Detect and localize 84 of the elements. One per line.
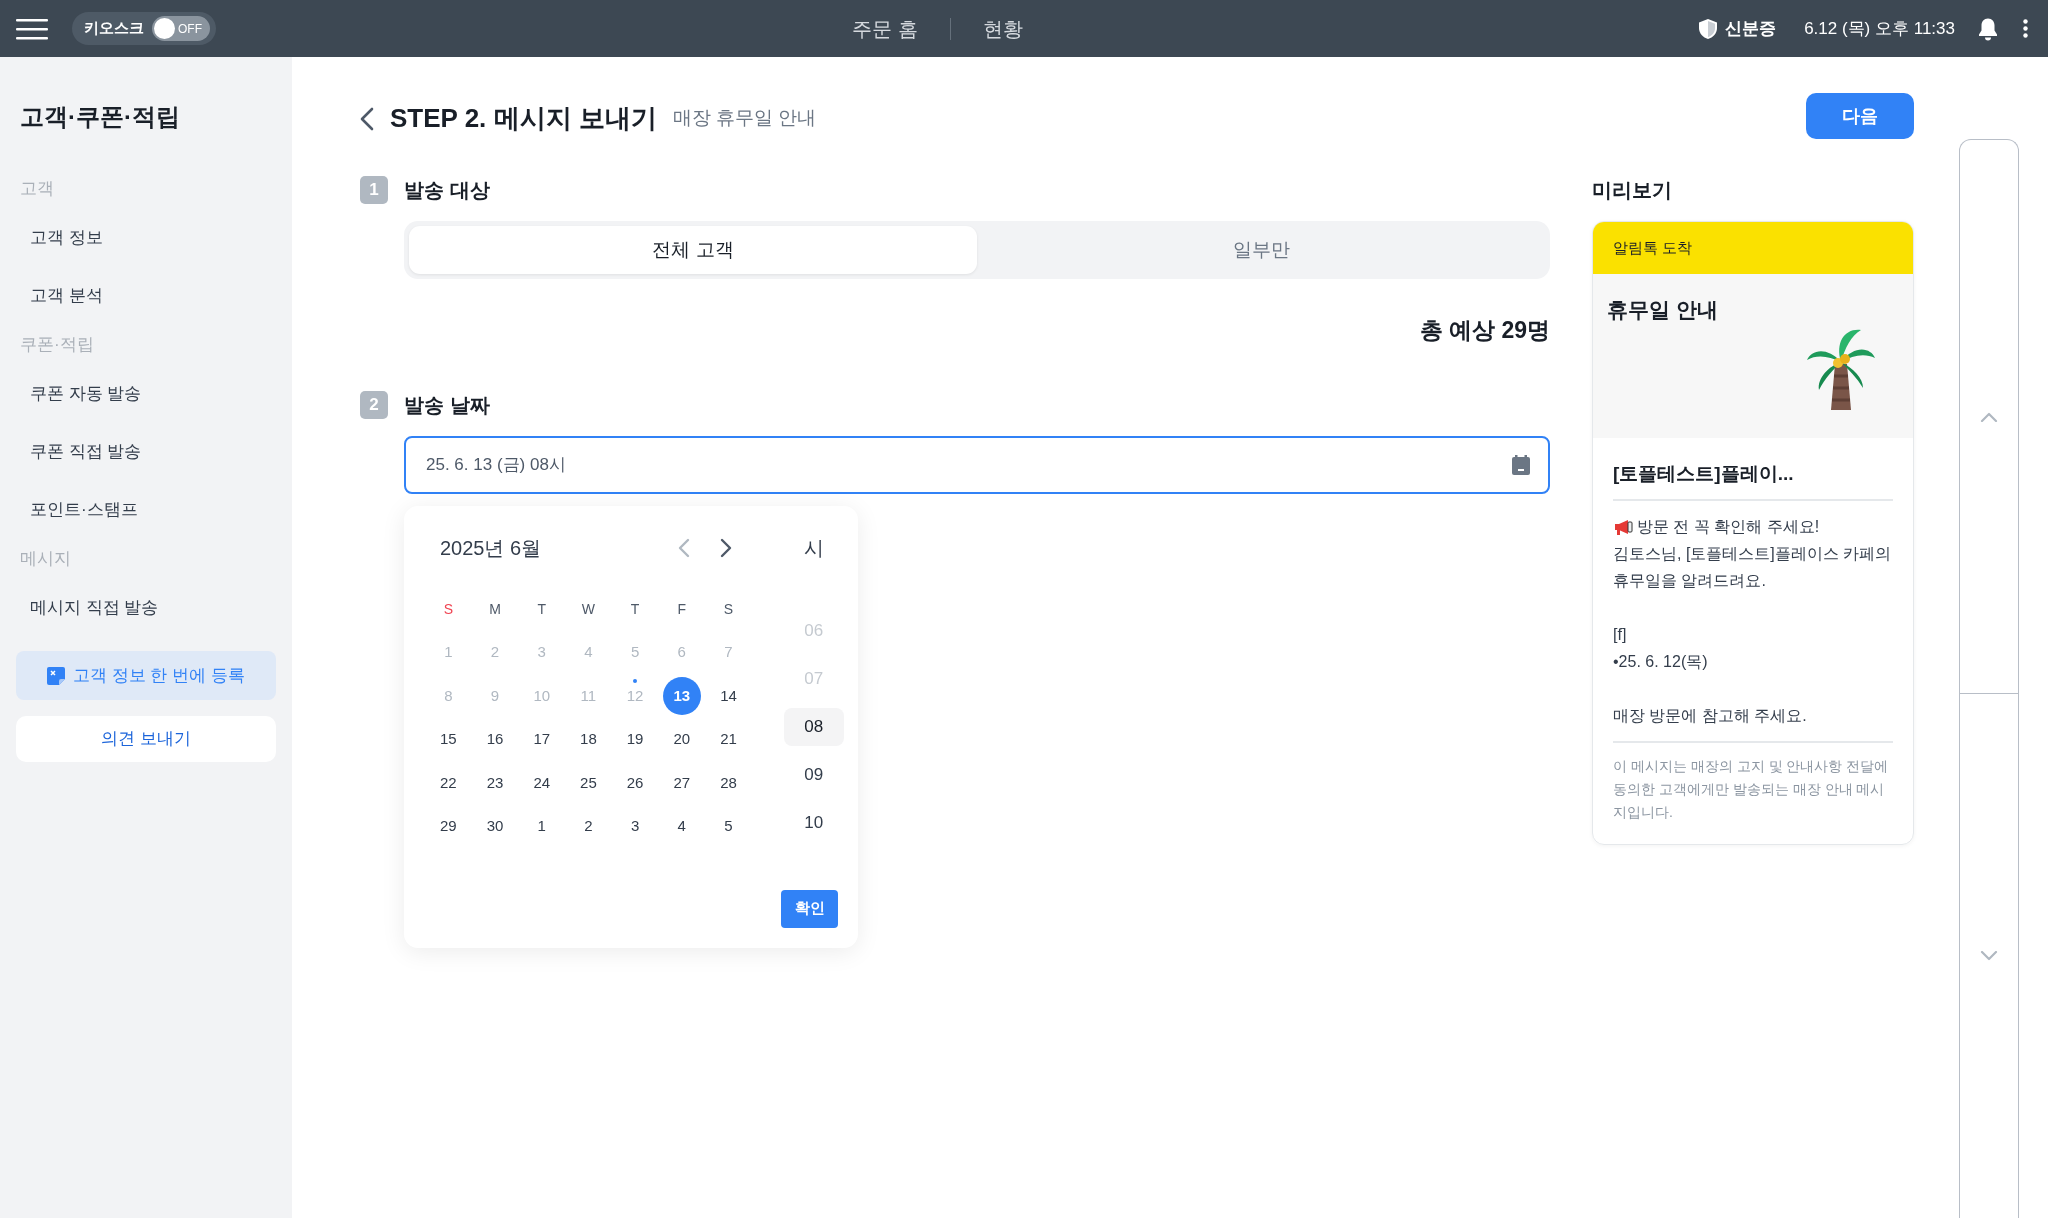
preview-title: 휴무일 안내 bbox=[1607, 297, 1719, 323]
next-month-icon[interactable] bbox=[719, 537, 732, 558]
weekday-label: S bbox=[442, 599, 454, 619]
sidebar-title: 고객·쿠폰·적립 bbox=[20, 105, 181, 129]
feedback-button[interactable]: 의견 보내기 bbox=[16, 716, 276, 762]
message-text: [f] bbox=[1613, 625, 1628, 645]
calendar-day[interactable]: 1 bbox=[518, 804, 566, 848]
calendar-day[interactable]: 18 bbox=[565, 717, 612, 761]
bell-icon[interactable] bbox=[1977, 16, 1999, 41]
notification-header: 알림톡 도착 bbox=[1593, 222, 1913, 274]
calendar-day[interactable]: 15 bbox=[425, 717, 472, 761]
next-button[interactable]: 다음 bbox=[1806, 93, 1914, 139]
calendar-day[interactable]: 14 bbox=[705, 674, 752, 718]
today-dot bbox=[633, 679, 638, 683]
calendar-day[interactable]: 22 bbox=[425, 761, 472, 805]
section-label: 발송 날짜 bbox=[404, 392, 490, 418]
sidebar-section-label: 고객 bbox=[20, 178, 55, 200]
weekday-label: M bbox=[488, 599, 502, 619]
hour-option[interactable]: 08 bbox=[783, 707, 844, 746]
sidebar-item[interactable]: 고객 분석 bbox=[16, 267, 103, 325]
month-title: 2025년 6월 bbox=[439, 535, 543, 561]
kiosk-label: 키오스크 bbox=[84, 18, 144, 39]
id-card-link[interactable]: 신분증 bbox=[1725, 15, 1777, 42]
sidebar-section-label: 메시지 bbox=[20, 548, 72, 570]
calendar-day[interactable]: 25 bbox=[565, 761, 612, 805]
preview-footnote: 이 메시지는 매장의 고지 및 안내사항 전달에 동의한 고객에게만 발송되는 매장 안내 메시지입니다. bbox=[1613, 741, 1893, 824]
calendar-day[interactable]: 16 bbox=[471, 717, 519, 761]
calendar-day[interactable]: 27 bbox=[658, 761, 706, 805]
shield-icon bbox=[1699, 18, 1718, 39]
calendar-day[interactable]: 28 bbox=[705, 761, 752, 805]
message-text: 김토스님, [토플테스트]플레이스 카페의 휴무일을 알려드려요. bbox=[1613, 544, 1893, 591]
back-icon[interactable] bbox=[360, 106, 374, 131]
calendar-day[interactable]: 23 bbox=[471, 761, 519, 805]
calendar-day[interactable]: 4 bbox=[658, 804, 706, 848]
hour-option[interactable]: 10 bbox=[783, 803, 844, 842]
chevron-down-icon bbox=[1980, 951, 1998, 961]
preview-label: 미리보기 bbox=[1592, 178, 1673, 203]
calendar-day[interactable]: 30 bbox=[471, 804, 519, 848]
calendar-day[interactable]: 21 bbox=[705, 717, 752, 761]
calendar-day[interactable]: 5 bbox=[705, 804, 752, 848]
hour-column-label: 시 bbox=[802, 535, 825, 561]
message-text: 방문 전 꼭 확인해 주세요! bbox=[1637, 517, 1820, 537]
segment-option[interactable]: 전체 고객 bbox=[409, 226, 977, 274]
calendar-day[interactable]: 29 bbox=[425, 804, 472, 848]
page-subtitle: 매장 휴무일 안내 bbox=[672, 106, 817, 131]
hour-option[interactable]: 09 bbox=[783, 755, 844, 794]
calendar-day[interactable]: 26 bbox=[611, 761, 659, 805]
chevron-up-icon bbox=[1980, 411, 1998, 422]
calendar-icon[interactable] bbox=[1512, 454, 1530, 475]
store-name: [토플테스트]플레이... bbox=[1613, 460, 1893, 501]
date-time: 6.12 (목) 오후 11:33 bbox=[1804, 17, 1955, 40]
step-number: 1 bbox=[360, 176, 388, 204]
message-text: 매장 방문에 참고해 주세요. bbox=[1613, 706, 1808, 726]
closed-date: •25. 6. 12(목) bbox=[1613, 652, 1709, 672]
calendar-day[interactable]: 3 bbox=[611, 804, 659, 848]
document-icon bbox=[47, 666, 66, 685]
segment-option[interactable]: 일부만 bbox=[977, 226, 1545, 274]
sidebar-item[interactable]: 메시지 직접 발송 bbox=[16, 579, 159, 637]
sidebar-item[interactable]: 고객 정보 bbox=[16, 209, 103, 267]
calendar-day[interactable]: 2 bbox=[565, 804, 612, 848]
megaphone-icon bbox=[1613, 518, 1633, 535]
weekday-label: T bbox=[536, 599, 547, 619]
calendar-day[interactable]: 24 bbox=[518, 761, 566, 805]
menu-icon[interactable] bbox=[16, 17, 48, 40]
total-recipients: 총 예상 29명 bbox=[1418, 316, 1550, 345]
weekday-label: T bbox=[629, 599, 641, 619]
page-title: STEP 2. 메시지 보내기 bbox=[390, 102, 657, 135]
date-field[interactable]: 25. 6. 13 (금) 08시 bbox=[404, 435, 1550, 494]
calendar-day[interactable]: 19 bbox=[611, 717, 659, 761]
more-icon[interactable] bbox=[2023, 19, 2028, 38]
weekday-label: F bbox=[676, 599, 688, 619]
sidebar-item[interactable]: 쿠폰 자동 발송 bbox=[16, 365, 142, 423]
calendar-day[interactable]: 17 bbox=[518, 717, 566, 761]
section-label: 발송 대상 bbox=[404, 178, 490, 203]
step-number: 2 bbox=[360, 390, 388, 419]
weekday-label: S bbox=[722, 599, 735, 619]
confirm-button[interactable]: 확인 bbox=[781, 889, 838, 928]
calendar-day[interactable]: 20 bbox=[658, 717, 706, 761]
nav-link[interactable]: 현황 bbox=[950, 13, 1055, 44]
sidebar-item[interactable]: 쿠폰 직접 발송 bbox=[16, 423, 142, 481]
sidebar-item[interactable]: 포인트·스탬프 bbox=[16, 481, 138, 539]
weekday-label: W bbox=[580, 599, 596, 619]
sidebar-section-label: 쿠폰·적립 bbox=[20, 334, 95, 356]
nav-link[interactable]: 주문 홈 bbox=[820, 13, 950, 44]
